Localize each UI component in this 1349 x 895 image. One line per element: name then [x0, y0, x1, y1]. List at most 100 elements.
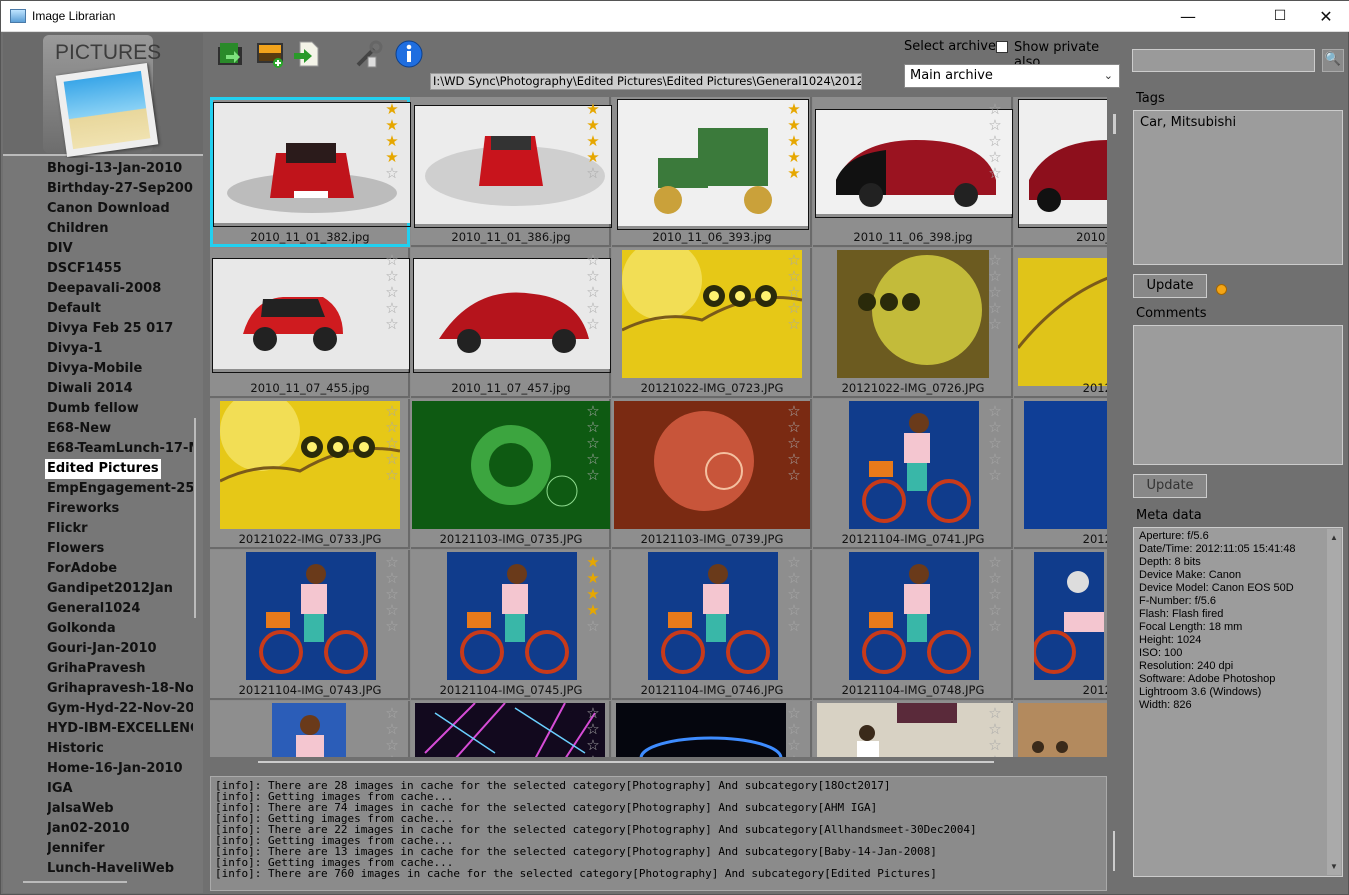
star-icon[interactable]: ☆: [384, 284, 400, 300]
rating-stars[interactable]: ☆☆☆☆☆: [585, 403, 601, 483]
star-icon[interactable]: ☆: [786, 570, 802, 586]
rating-stars[interactable]: ☆☆☆☆☆: [384, 705, 400, 757]
star-icon[interactable]: ☆: [384, 300, 400, 316]
star-icon[interactable]: ☆: [987, 602, 1003, 618]
rating-stars[interactable]: ★ ★ ★ ★ ☆: [384, 101, 400, 181]
thumbnail-image[interactable]: [246, 552, 376, 683]
thumbnail-image[interactable]: [447, 552, 577, 683]
folder-item[interactable]: DSCF1455: [47, 259, 193, 279]
thumbnail-image[interactable]: [616, 703, 786, 757]
folder-item[interactable]: IGA: [47, 779, 193, 799]
star-icon[interactable]: ☆: [786, 467, 802, 483]
folder-item[interactable]: Fireworks: [47, 499, 193, 519]
star-icon[interactable]: ★: [786, 101, 802, 117]
star-icon[interactable]: ★: [585, 586, 601, 602]
star-icon[interactable]: ☆: [585, 403, 601, 419]
star-icon[interactable]: ★: [384, 117, 400, 133]
folder-item[interactable]: Edited Pictures: [45, 459, 161, 479]
show-private-checkbox[interactable]: [996, 41, 1008, 53]
star-icon[interactable]: ☆: [585, 284, 601, 300]
star-icon[interactable]: ☆: [384, 403, 400, 419]
rating-stars[interactable]: ☆☆☆☆☆: [786, 554, 802, 634]
thumbnail-20121022-[interactable]: ☆☆☆☆☆20121022-: [1014, 248, 1107, 398]
thumbnail-image[interactable]: [817, 703, 1013, 757]
thumbnail-image[interactable]: [1032, 552, 1104, 683]
rating-stars[interactable]: ☆☆☆☆☆: [384, 403, 400, 483]
thumbnail-partial[interactable]: ☆☆☆☆☆: [210, 701, 410, 757]
thumbnail-image[interactable]: [614, 401, 810, 532]
star-icon[interactable]: ☆: [585, 268, 601, 284]
thumbnail-20121104-IMG_0743.JPG[interactable]: ☆ ☆ ☆ ☆ ☆ 20121104-IMG_0743.JPG: [210, 550, 410, 700]
star-icon[interactable]: ☆: [384, 467, 400, 483]
thumbnail-2010_11_07_455.jpg[interactable]: ☆ ☆ ☆ ☆ ☆ 2010_11_07_455.jpg: [210, 248, 410, 398]
folder-item[interactable]: Golkonda: [47, 619, 193, 639]
star-icon[interactable]: ☆: [987, 753, 1003, 757]
grid-hscrollbar[interactable]: [258, 761, 994, 763]
thumbnail-image[interactable]: [617, 99, 809, 230]
star-icon[interactable]: ☆: [384, 737, 400, 753]
star-icon[interactable]: ☆: [585, 753, 601, 757]
star-icon[interactable]: ☆: [384, 705, 400, 721]
star-icon[interactable]: ☆: [585, 300, 601, 316]
folder-item[interactable]: E68-TeamLunch-17-Ma: [47, 439, 193, 459]
folder-item[interactable]: Gouri-Jan-2010: [47, 639, 193, 659]
scroll-up-icon[interactable]: ▲: [1330, 531, 1338, 544]
thumbnail-2010_11_07_457.jpg[interactable]: ☆ ☆ ☆ ☆ ☆ 2010_11_07_457.jpg: [411, 248, 611, 398]
star-icon[interactable]: ☆: [987, 149, 1003, 165]
star-icon[interactable]: ☆: [987, 554, 1003, 570]
scroll-down-icon[interactable]: ▼: [1330, 860, 1338, 873]
folder-item[interactable]: Flickr: [47, 519, 193, 539]
star-icon[interactable]: ★: [384, 133, 400, 149]
star-icon[interactable]: ★: [585, 133, 601, 149]
folder-item[interactable]: Birthday-27-Sep2005: [47, 179, 193, 199]
folder-item[interactable]: Historic: [47, 739, 193, 759]
thumbnail-image[interactable]: [412, 401, 610, 532]
star-icon[interactable]: ☆: [585, 451, 601, 467]
folder-item[interactable]: DIV: [47, 239, 193, 259]
rating-stars[interactable]: ☆☆☆☆☆: [786, 705, 802, 757]
folder-item[interactable]: EmpEngagement-25-Ju: [47, 479, 193, 499]
log-scrollbar[interactable]: [1113, 831, 1115, 871]
star-icon[interactable]: ☆: [786, 618, 802, 634]
folder-item[interactable]: Grihapravesh-18-Nov-2: [47, 679, 193, 699]
update-comments-button[interactable]: Update: [1133, 474, 1207, 498]
star-icon[interactable]: ☆: [987, 300, 1003, 316]
thumbnail-image[interactable]: [413, 258, 611, 373]
star-icon[interactable]: ☆: [987, 252, 1003, 268]
thumbnail-partial[interactable]: ☆☆☆☆☆: [813, 701, 1013, 757]
star-icon[interactable]: ☆: [384, 586, 400, 602]
thumbnail-20121022-IMG_0723.JPG[interactable]: ☆ ☆ ☆ ☆ ☆ 20121022-IMG_0723.JPG: [612, 240, 812, 398]
star-icon[interactable]: ☆: [987, 586, 1003, 602]
star-icon[interactable]: ☆: [786, 451, 802, 467]
rating-stars[interactable]: ☆☆☆☆☆: [384, 554, 400, 634]
thumbnail-20121104-[interactable]: ☆☆☆☆☆20121104-: [1014, 550, 1107, 700]
thumbnail-image[interactable]: [1016, 258, 1107, 389]
folder-item[interactable]: Default: [47, 299, 193, 319]
thumbnail-2010_11_06_393.jpg[interactable]: ★ ★ ★ ★ ★ 2010_11_06_393.jpg: [612, 97, 812, 247]
folder-item[interactable]: Divya Feb 25 017: [47, 319, 193, 339]
folder-item[interactable]: Jennifer: [47, 839, 193, 859]
folder-item[interactable]: GrihaPravesh: [47, 659, 193, 679]
archive-select[interactable]: Main archive ⌄: [904, 64, 1120, 88]
folder-list[interactable]: Bhogi-13-Jan-2010 Birthday-27-Sep2005 Cano…: [3, 158, 193, 878]
rating-stars[interactable]: ☆☆☆☆☆: [987, 403, 1003, 483]
star-icon[interactable]: ☆: [987, 618, 1003, 634]
star-icon[interactable]: ☆: [384, 419, 400, 435]
star-icon[interactable]: ☆: [987, 268, 1003, 284]
thumbnail-20121104-[interactable]: ☆☆☆☆☆20121104-: [1014, 399, 1107, 549]
folder-list-scrollbar[interactable]: [194, 418, 196, 618]
minimize-button[interactable]: —: [1165, 1, 1211, 32]
thumbnail-image[interactable]: [1018, 703, 1107, 757]
grid-scrollbar[interactable]: [1113, 114, 1116, 134]
thumbnail-image[interactable]: [1018, 99, 1107, 228]
thumbnail-image[interactable]: [272, 703, 346, 757]
star-icon[interactable]: ★: [585, 570, 601, 586]
folder-item[interactable]: Divya-Mobile: [47, 359, 193, 379]
rating-stars[interactable]: ☆☆☆☆☆: [585, 252, 601, 332]
star-icon[interactable]: ☆: [585, 316, 601, 332]
star-icon[interactable]: ☆: [987, 705, 1003, 721]
star-icon[interactable]: ★: [585, 149, 601, 165]
star-icon[interactable]: ☆: [786, 586, 802, 602]
star-icon[interactable]: ☆: [384, 554, 400, 570]
star-icon[interactable]: ☆: [585, 737, 601, 753]
